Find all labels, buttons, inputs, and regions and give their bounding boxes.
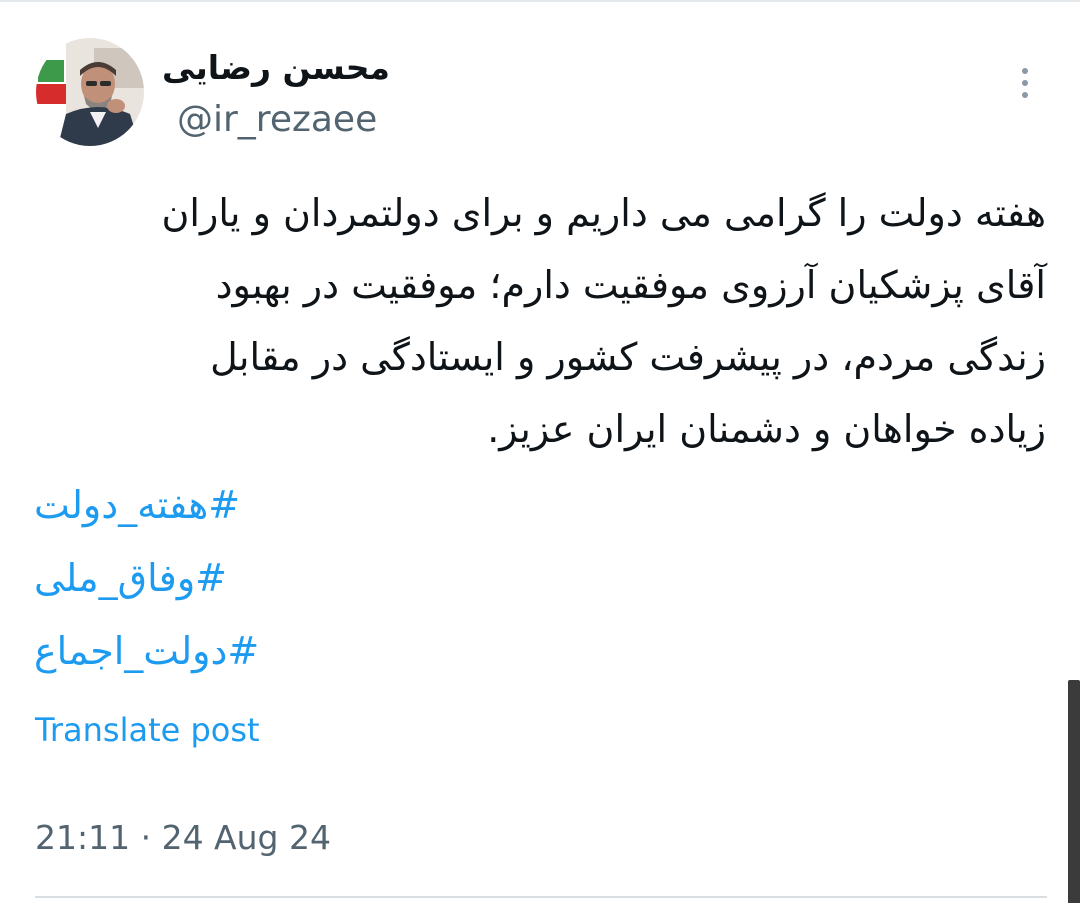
tweet-card: محسن رضایی @ir_rezaee هفته دولت را گرامی…	[0, 0, 1080, 903]
translate-post-link[interactable]: Translate post	[35, 708, 260, 752]
more-options-icon[interactable]	[1007, 60, 1043, 106]
scrollbar[interactable]	[1068, 680, 1080, 903]
hashtag-link[interactable]: #هفته_دولت	[34, 469, 534, 542]
more-dot	[1022, 92, 1028, 98]
post-timestamp[interactable]: 21:11 · 24 Aug 24	[35, 816, 331, 860]
hashtag-link[interactable]: #دولت_اجماع	[34, 615, 534, 688]
tweet-line: زیاده خواهان و دشمنان ایران عزیز.	[487, 407, 1046, 451]
avatar[interactable]	[36, 38, 144, 146]
divider	[35, 896, 1047, 898]
author-display-name[interactable]: محسن رضایی	[162, 46, 390, 90]
hashtag-list: #هفته_دولت #وفاق_ملی #دولت_اجماع	[34, 469, 534, 688]
tweet-line: هفته دولت را گرامی می داریم و برای دولتم…	[161, 191, 1046, 235]
author-handle[interactable]: @ir_rezaee	[177, 98, 377, 142]
tweet-text: هفته دولت را گرامی می داریم و برای دولتم…	[34, 177, 1046, 465]
more-dot	[1022, 80, 1028, 86]
profile-photo	[36, 38, 144, 146]
tweet-line: آقای پزشکیان آرزوی موفقیت دارم؛ موفقیت د…	[215, 263, 1046, 307]
hashtag-link[interactable]: #وفاق_ملی	[34, 542, 534, 615]
tweet-line: زندگی مردم، در پیشرفت کشور و ایستادگی در…	[210, 335, 1046, 379]
more-dot	[1022, 68, 1028, 74]
